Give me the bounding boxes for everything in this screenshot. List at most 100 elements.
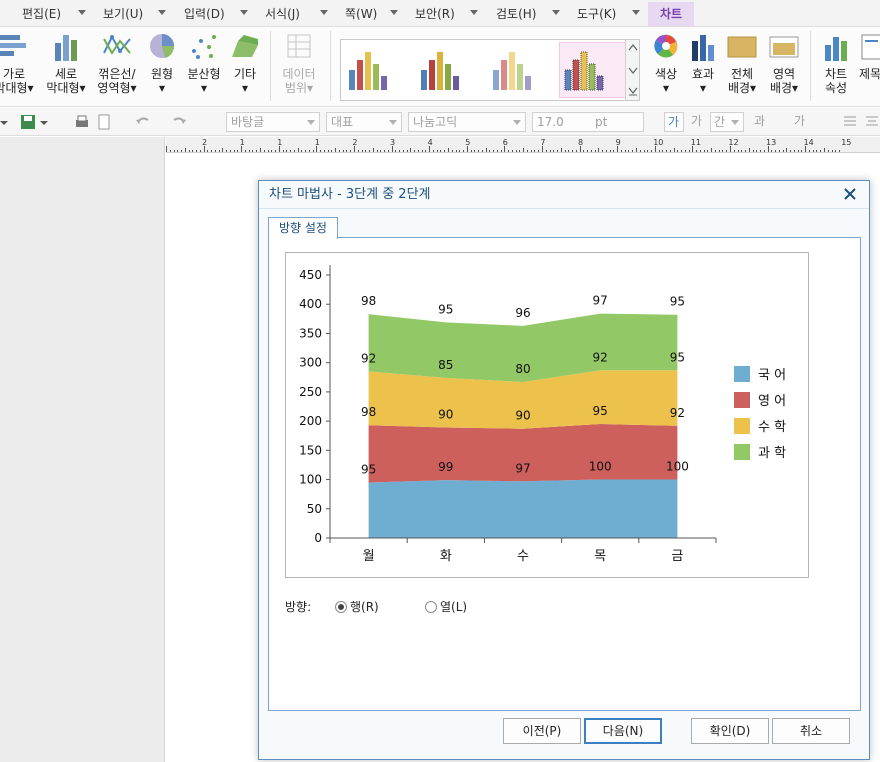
ruler-tick xyxy=(211,150,213,152)
preview-icon[interactable] xyxy=(96,114,112,130)
ruler-tick xyxy=(421,150,423,152)
chevron-down-icon[interactable] xyxy=(470,10,478,15)
ruler-tick xyxy=(703,150,705,152)
ruler-number: 3 xyxy=(390,138,396,147)
ruler-tick xyxy=(797,150,799,152)
ruler-tick xyxy=(448,148,449,152)
redo-icon[interactable] xyxy=(172,114,188,130)
align-left-icon[interactable] xyxy=(842,114,858,130)
ruler-tick xyxy=(463,150,465,152)
chevron-down-icon[interactable] xyxy=(240,10,248,15)
pie-button[interactable]: 원형 ▾ xyxy=(144,31,180,95)
ruler-tick xyxy=(260,148,261,152)
gallery-style-1[interactable] xyxy=(343,42,413,98)
ruler-tick xyxy=(613,150,615,152)
ruler-tick xyxy=(824,148,825,152)
gallery-style-4[interactable] xyxy=(559,42,629,98)
ruler-tick xyxy=(256,150,258,152)
ruler-tick xyxy=(207,150,209,152)
color-button[interactable]: 색상 ▾ xyxy=(648,31,684,95)
ruler-tick xyxy=(169,150,171,152)
undo-icon[interactable] xyxy=(134,114,150,130)
chevron-down-icon[interactable] xyxy=(158,10,166,15)
next-button[interactable]: 다음(N) xyxy=(584,718,662,744)
menu-chart[interactable]: 차트 xyxy=(648,2,694,26)
horizontal-bar-icon xyxy=(0,35,26,56)
chevron-down-icon[interactable] xyxy=(632,10,640,15)
menu-page[interactable]: 쪽(W) xyxy=(345,4,377,24)
save-icon[interactable] xyxy=(20,114,36,130)
ruler-tick xyxy=(372,148,374,152)
ruler-tick xyxy=(748,148,750,152)
language-select[interactable]: 대표 xyxy=(326,112,402,132)
ruler-tick xyxy=(793,150,795,152)
chart-properties-button[interactable]: 차트 속성 xyxy=(816,31,856,95)
style-select[interactable]: 바탕글 xyxy=(226,112,320,132)
ruler-tick xyxy=(752,150,754,152)
ruler-tick xyxy=(812,150,814,152)
ruler-tick xyxy=(511,150,513,152)
chevron-down-icon[interactable] xyxy=(320,10,328,15)
close-icon[interactable] xyxy=(841,185,859,203)
y-tick-label: 200 xyxy=(299,414,322,428)
horizontal-bar-button[interactable]: 가로 막대형▾ xyxy=(0,31,34,95)
x-tick-label: 금 xyxy=(671,549,683,564)
gallery-scrollbar[interactable] xyxy=(625,40,639,100)
chevron-down-icon[interactable] xyxy=(390,10,398,15)
strike-button[interactable]: 과 xyxy=(750,112,780,132)
gallery-style-2[interactable] xyxy=(415,42,485,98)
menu-review[interactable]: 검토(H) xyxy=(496,4,536,24)
legend-label: 국 어 xyxy=(758,368,786,383)
effect-button[interactable]: 효과 ▾ xyxy=(686,31,720,95)
area-background-button[interactable]: 영역 배경▾ xyxy=(764,31,804,95)
radio-row[interactable]: 행(R) xyxy=(335,598,379,615)
ruler-tick xyxy=(763,150,765,152)
ok-button[interactable]: 확인(D) xyxy=(691,718,769,744)
align-center-icon[interactable] xyxy=(864,114,880,130)
tab-direction-settings[interactable]: 방향 설정 xyxy=(268,217,338,239)
italic-button[interactable]: 가 xyxy=(688,112,708,132)
cancel-button[interactable]: 취소 xyxy=(772,718,850,744)
ruler-tick xyxy=(229,150,231,152)
chevron-down-icon[interactable] xyxy=(38,114,54,130)
chevron-down-icon[interactable] xyxy=(78,10,86,15)
legend-swatch xyxy=(734,392,750,408)
underline-button[interactable]: 간 xyxy=(710,112,744,132)
superscript-button[interactable]: 가 xyxy=(790,112,820,132)
print-icon[interactable] xyxy=(74,114,90,130)
chart-title-button[interactable]: 제목 xyxy=(858,31,880,81)
vertical-bar-button[interactable]: 세로 막대형▾ xyxy=(44,31,88,95)
font-size-input[interactable]: 17.0 pt xyxy=(532,112,644,132)
effect-icon xyxy=(692,35,714,61)
scatter-button[interactable]: 분산형 ▾ xyxy=(184,31,224,95)
gallery-style-3[interactable] xyxy=(487,42,557,98)
line-area-button[interactable]: 꺾은선/ 영역형▾ xyxy=(94,31,140,95)
ruler-number: 8 xyxy=(578,138,584,147)
horizontal-ruler[interactable]: 2 1 1 1 2 3 4 5 6 7 8 9 10 11 12 13 14 15 xyxy=(166,137,880,153)
menu-format[interactable]: 서식(J) xyxy=(265,4,300,24)
ruler-tick xyxy=(417,150,419,152)
x-tick-label: 수 xyxy=(517,549,529,564)
prev-button[interactable]: 이전(P) xyxy=(503,718,581,744)
bar-style-icon xyxy=(349,52,387,90)
chevron-down-icon[interactable] xyxy=(0,114,10,130)
ruler-tick xyxy=(808,150,810,152)
ruler-tick xyxy=(598,148,600,152)
ruler-tick xyxy=(218,150,220,152)
menu-view[interactable]: 보기(U) xyxy=(103,4,143,24)
menu-insert[interactable]: 입력(D) xyxy=(184,4,225,24)
ruler-tick xyxy=(673,148,675,152)
ruler-tick xyxy=(801,150,803,152)
bold-button[interactable]: 가 xyxy=(664,112,684,132)
radio-column[interactable]: 열(L) xyxy=(425,598,467,615)
font-select[interactable]: 나눔고딕 xyxy=(408,112,526,132)
menu-tools[interactable]: 도구(K) xyxy=(577,4,616,24)
ruler-tick xyxy=(489,150,491,152)
full-background-button[interactable]: 전체 배경▾ xyxy=(722,31,762,95)
data-range-button[interactable]: 데이터 범위▾ xyxy=(276,31,322,95)
title-icon xyxy=(861,34,880,60)
menu-security[interactable]: 보안(R) xyxy=(415,4,455,24)
other-chart-button[interactable]: 기타 ▾ xyxy=(228,31,262,95)
chevron-down-icon[interactable] xyxy=(552,10,560,15)
menu-edit[interactable]: 편집(E) xyxy=(22,4,61,24)
